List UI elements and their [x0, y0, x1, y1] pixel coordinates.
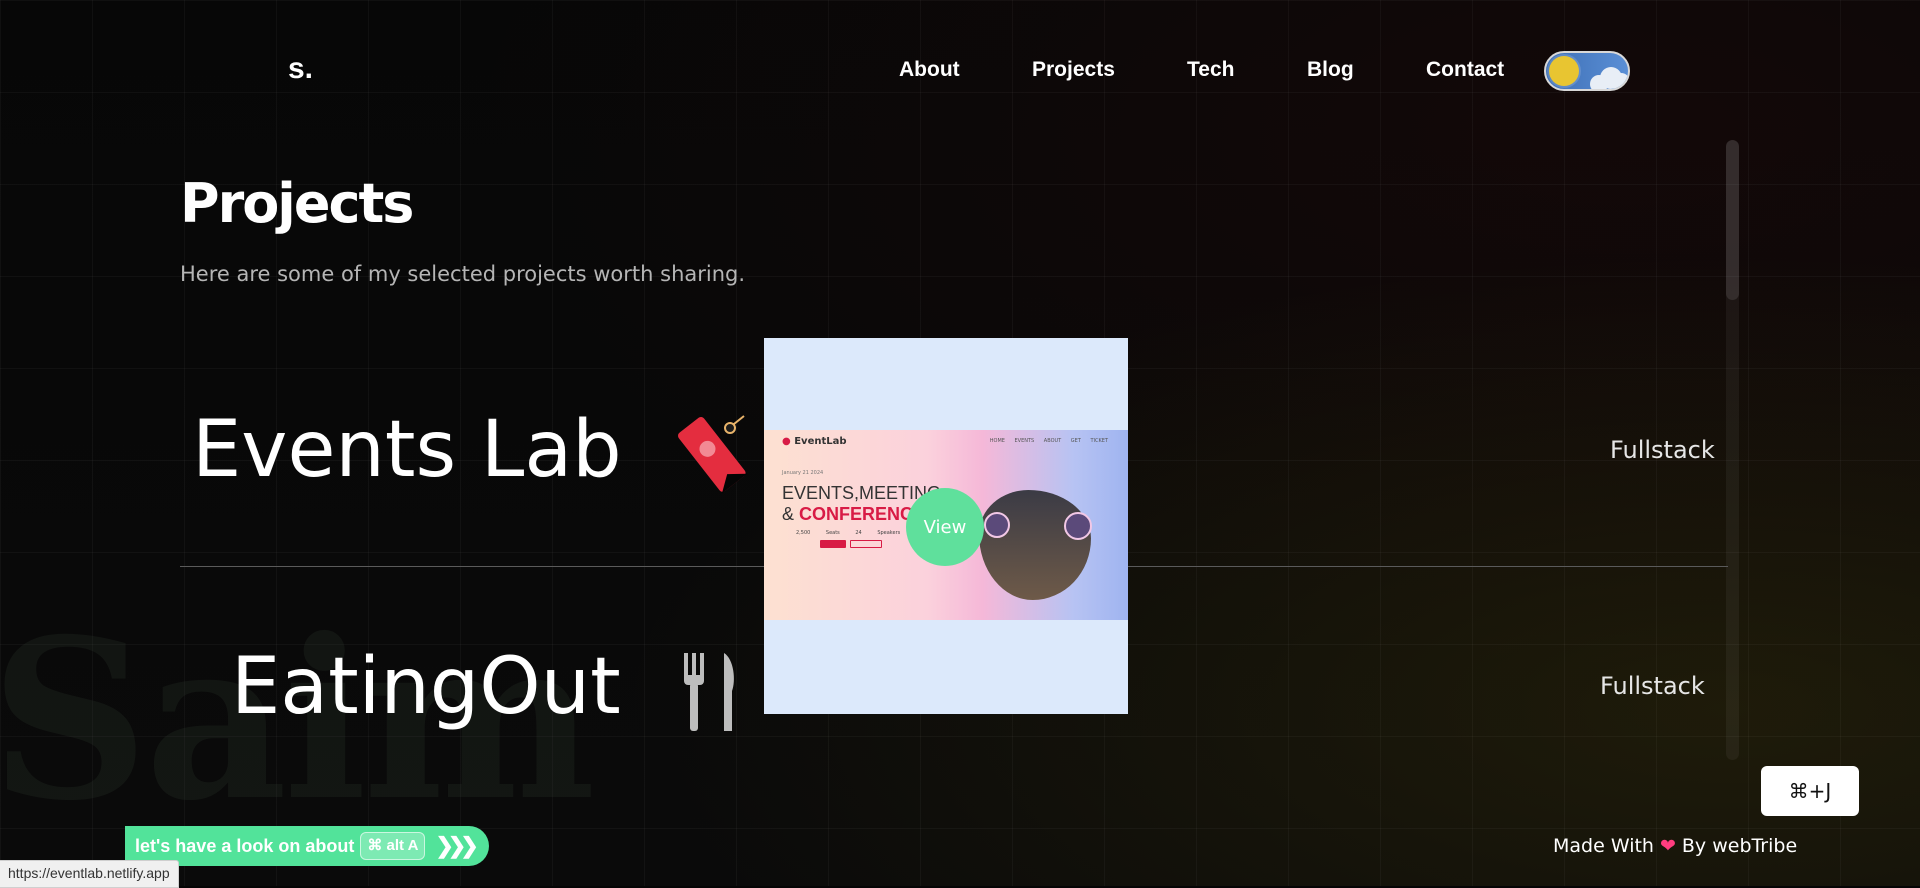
- toast-text: let's have a look on about: [135, 835, 355, 856]
- nav-about[interactable]: About: [899, 58, 960, 82]
- project-title[interactable]: EatingOut: [231, 642, 746, 733]
- site-logo[interactable]: s.: [288, 52, 313, 86]
- footer-by-link[interactable]: By webTribe: [1682, 835, 1797, 857]
- nav-projects[interactable]: Projects: [1032, 58, 1115, 82]
- cloud-puff: [1590, 75, 1608, 89]
- footer-made-with: Made With: [1553, 835, 1654, 857]
- nav-contact[interactable]: Contact: [1426, 58, 1504, 82]
- nav-tech[interactable]: Tech: [1187, 58, 1234, 82]
- footer-credit: Made With ❤ By webTribe: [1553, 835, 1797, 857]
- preview-book-button: [820, 540, 846, 548]
- status-bar-url: https://eventlab.netlify.app: [0, 860, 179, 888]
- preview-date: January 21 2024: [782, 470, 824, 476]
- theme-toggle[interactable]: [1544, 51, 1630, 91]
- project-tag: Fullstack: [1600, 672, 1705, 700]
- nav-blog[interactable]: Blog: [1307, 58, 1354, 82]
- preview-details-button: [850, 540, 882, 548]
- ticket-icon: [678, 414, 748, 493]
- preview-brand: ● EventLab: [782, 436, 847, 447]
- chevrons-right-icon: ❯❯❯: [435, 833, 478, 858]
- scrollbar-thumb[interactable]: [1726, 140, 1739, 300]
- sun-icon: [1549, 56, 1579, 86]
- keyboard-shortcut-badge: ⌘ alt A: [360, 832, 426, 860]
- about-shortcut-toast[interactable]: let's have a look on about ⌘ alt A ❯❯❯: [125, 826, 489, 866]
- command-palette-button[interactable]: ⌘+J: [1761, 766, 1859, 816]
- view-project-button[interactable]: View: [906, 488, 984, 566]
- preview-headline-2: & CONFERENCE: [782, 504, 926, 524]
- page-title: Projects: [180, 172, 414, 235]
- page-subtitle: Here are some of my selected projects wo…: [180, 262, 746, 286]
- preview-nav: HOME EVENTS ABOUT GET TICKET: [989, 438, 1108, 444]
- heart-icon: ❤: [1659, 835, 1676, 857]
- cloud-puff: [1612, 73, 1628, 89]
- project-title-text: Events Lab: [192, 405, 622, 495]
- fork-knife-icon: [683, 652, 734, 731]
- project-tag: Fullstack: [1610, 436, 1715, 464]
- preview-avatar: [1064, 512, 1092, 540]
- preview-speaker-image: [979, 490, 1091, 600]
- preview-avatar: [984, 512, 1010, 538]
- scrollbar[interactable]: [1726, 140, 1739, 760]
- project-title-text: EatingOut: [231, 642, 621, 732]
- project-title[interactable]: Events Lab: [192, 405, 756, 500]
